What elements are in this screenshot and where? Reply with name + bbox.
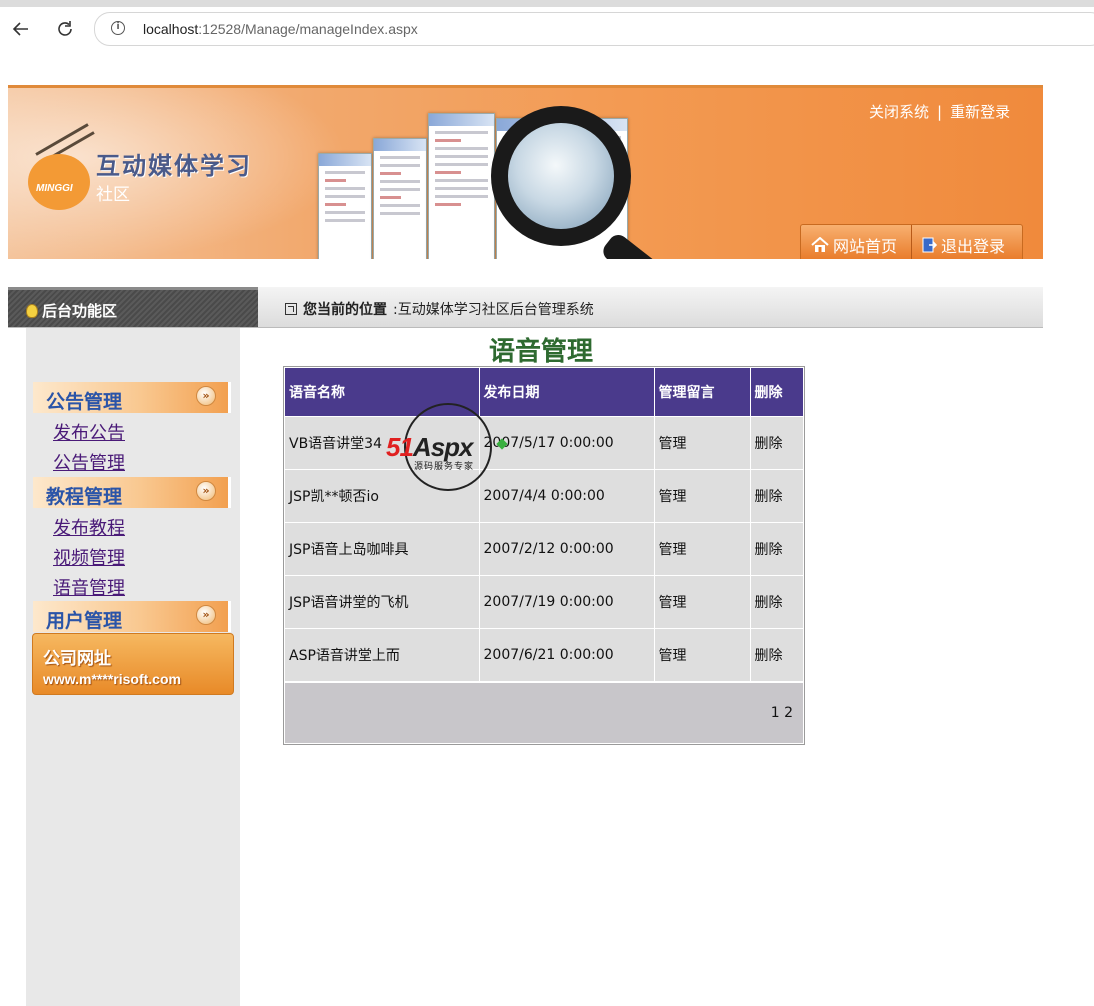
publish-date: 2007/6/21 0:00:00 bbox=[479, 628, 655, 681]
reload-button[interactable] bbox=[52, 16, 78, 42]
header-banner: MINGGI 互动媒体学习 社区 关闭系统 | 重新登录 网站首页 退出登录 bbox=[8, 85, 1043, 259]
audio-name: JSP语音讲堂的飞机 bbox=[285, 575, 480, 629]
back-button[interactable] bbox=[8, 16, 34, 42]
function-area-header: 后台功能区 bbox=[8, 287, 258, 327]
table-row: VB语音讲堂34 2007/5/17 0:00:00 管理 删除 bbox=[285, 416, 803, 470]
manage-link[interactable]: 管理 bbox=[654, 416, 751, 470]
company-url: www.m****risoft.com bbox=[43, 671, 181, 687]
delete-link[interactable]: 删除 bbox=[750, 416, 803, 470]
manage-link[interactable]: 管理 bbox=[654, 628, 751, 681]
watermark-slogan: 源码服务专家 bbox=[414, 462, 475, 472]
section-title: 教程管理 bbox=[46, 486, 123, 508]
sidebar: 公告管理 » 发布公告 公告管理 教程管理 » 发布教程 视频管理 语音管理 用… bbox=[26, 328, 240, 1006]
header-button-bar: 网站首页 退出登录 bbox=[800, 224, 1023, 259]
chevron-down-icon[interactable]: » bbox=[196, 386, 216, 406]
brand-title: 互动媒体学习 bbox=[96, 151, 252, 180]
relogin-link[interactable]: 重新登录 bbox=[950, 103, 1010, 121]
table-header-row: 语音名称 发布日期 管理留言 删除 bbox=[285, 368, 803, 417]
publish-date: 2007/4/4 0:00:00 bbox=[479, 469, 655, 523]
sidebar-section-users[interactable]: 用户管理 » bbox=[33, 601, 231, 632]
audio-table: 语音名称 发布日期 管理留言 删除 VB语音讲堂34 2007/5/17 0:0… bbox=[283, 366, 805, 745]
logout-button-label: 退出登录 bbox=[941, 237, 1006, 256]
section-title: 公告管理 bbox=[46, 391, 123, 413]
table-row: JSP语音讲堂的飞机 2007/7/19 0:00:00 管理 删除 bbox=[285, 575, 803, 629]
table-row: JSP凯**顿否io 2007/4/4 0:00:00 管理 删除 bbox=[285, 469, 803, 523]
info-icon[interactable]: i bbox=[111, 21, 125, 35]
location-icon bbox=[285, 303, 297, 315]
browser-toolbar: i localhost:12528/Manage/manageIndex.asp… bbox=[0, 7, 1094, 50]
sidebar-item-video-management[interactable]: 视频管理 bbox=[53, 544, 125, 570]
chevron-down-icon[interactable]: » bbox=[196, 605, 216, 625]
magnifier-glass bbox=[508, 123, 614, 229]
chevron-down-icon[interactable]: » bbox=[196, 481, 216, 501]
logout-icon bbox=[922, 237, 937, 253]
sidebar-item-announcement-management[interactable]: 公告管理 bbox=[53, 449, 125, 475]
location-value: :互动媒体学习社区后台管理系统 bbox=[393, 302, 594, 318]
function-bar: 后台功能区 您当前的位置 :互动媒体学习社区后台管理系统 bbox=[8, 287, 1043, 328]
delete-link[interactable]: 删除 bbox=[750, 522, 803, 576]
lightbulb-icon bbox=[26, 303, 38, 318]
sidebar-section-announcements[interactable]: 公告管理 » bbox=[33, 382, 231, 413]
url-text: localhost:12528/Manage/manageIndex.aspx bbox=[143, 21, 418, 37]
section-title: 用户管理 bbox=[46, 610, 123, 632]
company-title: 公司网址 bbox=[43, 649, 111, 669]
delete-link[interactable]: 删除 bbox=[750, 575, 803, 629]
magnifier-handle bbox=[599, 230, 720, 259]
manage-link[interactable]: 管理 bbox=[654, 469, 751, 523]
browser-tabstrip bbox=[0, 0, 1094, 7]
manage-link[interactable]: 管理 bbox=[654, 522, 751, 576]
manage-link[interactable]: 管理 bbox=[654, 575, 751, 629]
function-area-title: 后台功能区 bbox=[42, 302, 118, 320]
table-row: JSP语音上岛咖啡具 2007/2/12 0:00:00 管理 删除 bbox=[285, 522, 803, 576]
column-header: 删除 bbox=[750, 368, 803, 417]
reload-icon bbox=[58, 21, 72, 36]
delete-link[interactable]: 删除 bbox=[750, 469, 803, 523]
home-button-label: 网站首页 bbox=[833, 237, 898, 256]
top-links: 关闭系统 | 重新登录 bbox=[865, 101, 1014, 122]
logo-mark bbox=[28, 154, 90, 210]
pagination: 1 2 bbox=[285, 683, 803, 743]
delete-link[interactable]: 删除 bbox=[750, 628, 803, 681]
close-system-link[interactable]: 关闭系统 bbox=[869, 103, 929, 121]
sidebar-section-tutorials[interactable]: 教程管理 » bbox=[33, 477, 231, 508]
column-header: 发布日期 bbox=[479, 368, 655, 417]
house-icon bbox=[811, 237, 829, 252]
logo-text: MINGGI bbox=[36, 183, 73, 194]
table-row: ASP语音讲堂上而 2007/6/21 0:00:00 管理 删除 bbox=[285, 628, 803, 681]
page-links[interactable]: 1 2 bbox=[771, 705, 793, 721]
address-bar[interactable]: i localhost:12528/Manage/manageIndex.asp… bbox=[94, 12, 1094, 46]
publish-date: 2007/2/12 0:00:00 bbox=[479, 522, 655, 576]
column-header: 管理留言 bbox=[654, 368, 751, 417]
audio-name: ASP语音讲堂上而 bbox=[285, 628, 480, 681]
arrow-left-icon bbox=[12, 22, 28, 36]
location-label: 您当前的位置 bbox=[303, 302, 387, 318]
home-button[interactable]: 网站首页 bbox=[811, 233, 897, 257]
publish-date: 2007/7/19 0:00:00 bbox=[479, 575, 655, 629]
audio-name: JSP语音上岛咖啡具 bbox=[285, 522, 480, 576]
breadcrumb: 您当前的位置 :互动媒体学习社区后台管理系统 bbox=[285, 299, 594, 319]
sidebar-item-publish-tutorial[interactable]: 发布教程 bbox=[53, 514, 125, 540]
sidebar-item-publish-announcement[interactable]: 发布公告 bbox=[53, 419, 125, 445]
link-divider: | bbox=[937, 103, 943, 121]
brand-subtitle: 社区 bbox=[96, 185, 130, 205]
logout-button[interactable]: 退出登录 bbox=[921, 233, 1005, 257]
sidebar-item-audio-management[interactable]: 语音管理 bbox=[53, 574, 125, 600]
company-website-banner[interactable]: 公司网址 www.m****risoft.com bbox=[32, 633, 234, 695]
page-title: 语音管理 bbox=[489, 337, 594, 367]
